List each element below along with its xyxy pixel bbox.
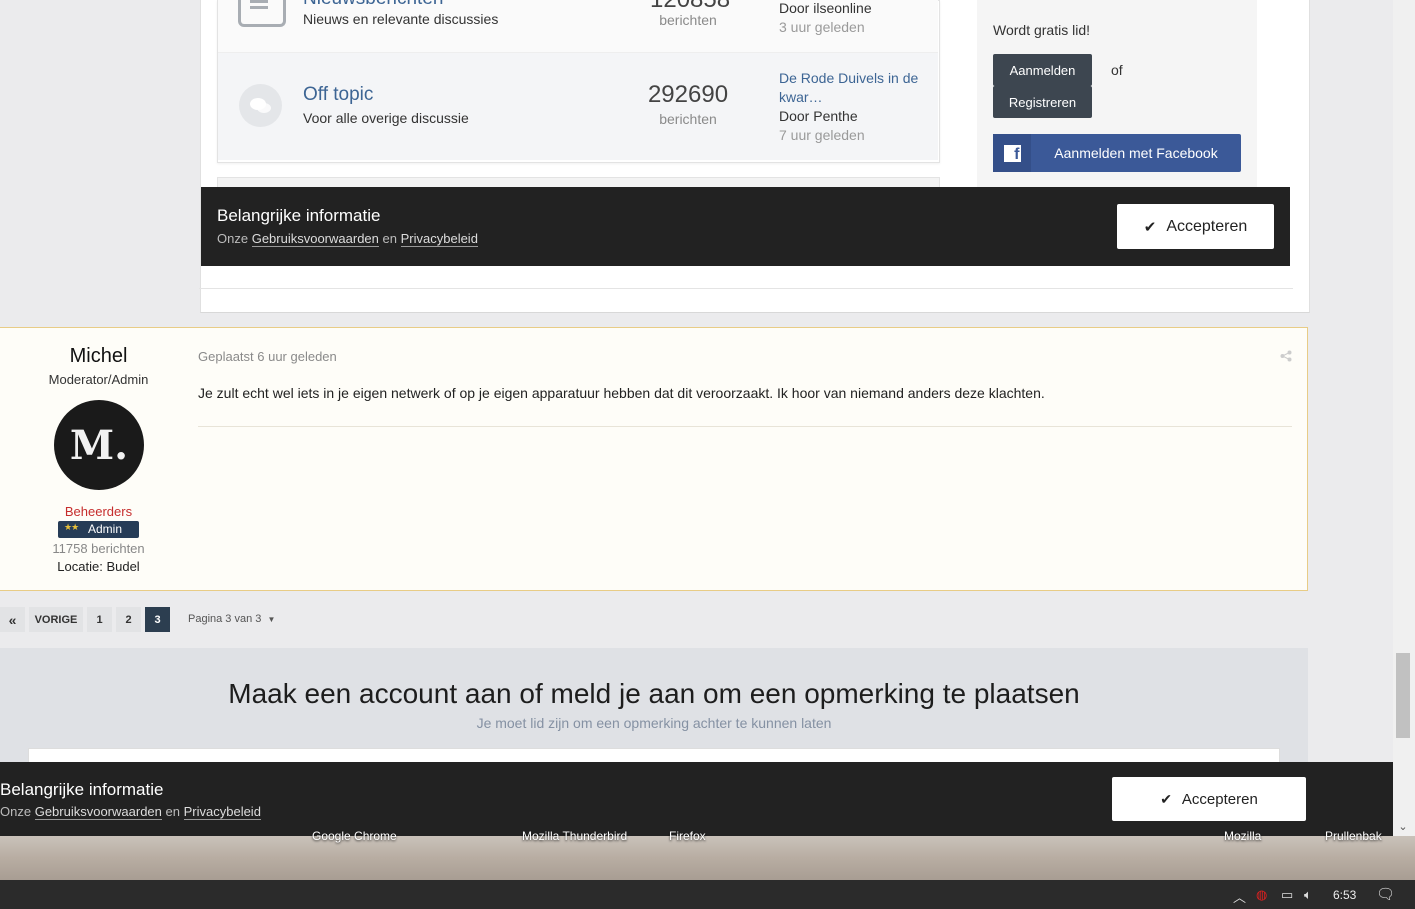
scrollbar-thumb[interactable] (1396, 653, 1410, 738)
chat-bubble-icon (239, 84, 282, 127)
create-account-subtitle: Je moet lid zijn om een opmerking achter… (476, 715, 832, 731)
post-author-role: Moderator/Admin (48, 372, 149, 387)
notification-icon[interactable]: 🗨︎ (1376, 885, 1395, 903)
post-divider (198, 426, 1292, 427)
forum-title[interactable]: Nieuwsberichten (303, 0, 443, 10)
facebook-login-label: Aanmelden met Facebook (1054, 145, 1218, 161)
forum-count-label: berichten (659, 12, 717, 28)
scroll-down-arrow-icon[interactable]: ⌄ (1396, 820, 1410, 833)
checkmark-icon: ✔ (1143, 218, 1157, 236)
divider (199, 288, 1293, 289)
last-post-topic-link[interactable]: De Rode Duivels in de kwar… (779, 69, 919, 107)
facebook-icon: f (993, 134, 1031, 172)
newspaper-icon (238, 0, 286, 27)
banner-title-bottom: Belangrijke informatie (0, 780, 164, 799)
forum-description-offtopic: Voor alle overige discussie (303, 110, 469, 126)
banner-and-bottom: en (165, 804, 180, 819)
caret-down-icon: ▼ (267, 615, 276, 624)
desktop-icon-label[interactable]: Mozilla Thunderbird (522, 829, 627, 843)
accept-button-bottom[interactable]: ✔ Accepteren (1112, 777, 1306, 821)
desktop-icon-label[interactable]: Firefox (669, 829, 706, 843)
share-icon[interactable] (1280, 350, 1292, 365)
banner-text: Onze Gebruiksvoorwaarden en Privacybelei… (217, 231, 478, 247)
cookie-banner-bottom: Belangrijke informatie Onze Gebruiksvoor… (0, 762, 1393, 836)
forum-count-label-offtopic: berichten (659, 111, 717, 127)
accept-label-bottom: Accepteren (1181, 790, 1258, 808)
banner-text-bottom: Onze Gebruiksvoorwaarden en Privacybelei… (0, 804, 261, 820)
privacy-link[interactable]: Privacybeleid (400, 231, 478, 247)
desktop-icon-label[interactable]: Google Chrome (312, 829, 397, 843)
post-count: 11758 berichten (52, 541, 145, 556)
page-3-button[interactable]: 3 (145, 607, 170, 632)
first-page-button[interactable]: « (0, 607, 25, 632)
facebook-login-button[interactable]: f Aanmelden met Facebook (993, 134, 1241, 172)
banner-prefix: Onze (217, 231, 249, 246)
join-text: Wordt gratis lid! (993, 22, 1090, 38)
admin-badge: ★★ Admin (58, 521, 139, 538)
page-info: Pagina 3 van 3 (188, 613, 262, 625)
avatar[interactable]: M. (54, 400, 144, 490)
chevron-up-icon[interactable]: ︿ (1233, 887, 1246, 906)
login-button[interactable]: Aanmelden (993, 54, 1092, 86)
banner-prefix-bottom: Onze (0, 804, 32, 819)
create-account-title: Maak een account aan of meld je aan om e… (228, 678, 1080, 709)
last-post-time-offtopic: 7 uur geleden (779, 127, 865, 143)
volume-icon[interactable]: 🔈︎ (1304, 887, 1312, 903)
post-content: Je zult echt wel iets in je eigen netwer… (198, 385, 1045, 401)
network-icon[interactable]: ▭ (1281, 887, 1293, 903)
user-location: Locatie: Budel (57, 559, 140, 574)
desktop-icon-label[interactable]: Mozilla (1224, 829, 1261, 843)
page-1-button[interactable]: 1 (87, 607, 112, 632)
page-2-button[interactable]: 2 (116, 607, 141, 632)
desktop-icon-label[interactable]: Prullenbak (1325, 829, 1382, 843)
antivirus-icon[interactable]: ◍ (1256, 887, 1267, 903)
user-group: Beheerders (64, 504, 133, 519)
or-text: of (1111, 62, 1123, 78)
accept-label: Accepteren (1166, 217, 1248, 235)
star-icon: ★★ (64, 522, 79, 532)
page-jump-dropdown[interactable]: Pagina 3 van 3 ▼ (188, 613, 275, 625)
clock[interactable]: 6:53 (1333, 888, 1356, 902)
forum-post-count-offtopic: 292690 (647, 81, 729, 108)
post-timestamp[interactable]: Geplaatst 6 uur geleden (198, 349, 337, 364)
taskbar: ︿ ◍ ▭ 🔈︎ 6:53 🗨︎ (0, 880, 1415, 909)
last-post-time: 3 uur geleden (779, 19, 865, 35)
forum-title-offtopic[interactable]: Off topic (303, 84, 373, 106)
register-button[interactable]: Registreren (993, 86, 1092, 118)
banner-and: en (382, 231, 397, 246)
post-author-name[interactable]: Michel (0, 345, 197, 368)
privacy-link-bottom[interactable]: Privacybeleid (183, 804, 261, 820)
double-chevron-left-icon: « (8, 611, 17, 628)
last-post-author[interactable]: Door ilseonline (779, 0, 872, 16)
prev-page-button[interactable]: VORIGE (29, 607, 83, 632)
cookie-banner-top: Belangrijke informatie Onze Gebruiksvoor… (201, 187, 1290, 266)
accept-button-top[interactable]: ✔ Accepteren (1117, 204, 1274, 249)
terms-link[interactable]: Gebruiksvoorwaarden (251, 231, 379, 247)
admin-badge-label: Admin (88, 522, 123, 536)
banner-title: Belangrijke informatie (217, 206, 381, 225)
terms-link-bottom[interactable]: Gebruiksvoorwaarden (34, 804, 162, 820)
last-post-author-offtopic[interactable]: Door Penthe (779, 108, 858, 124)
desktop-background (0, 836, 1415, 880)
forum-description: Nieuws en relevante discussies (303, 11, 499, 27)
checkmark-icon: ✔ (1160, 790, 1172, 807)
